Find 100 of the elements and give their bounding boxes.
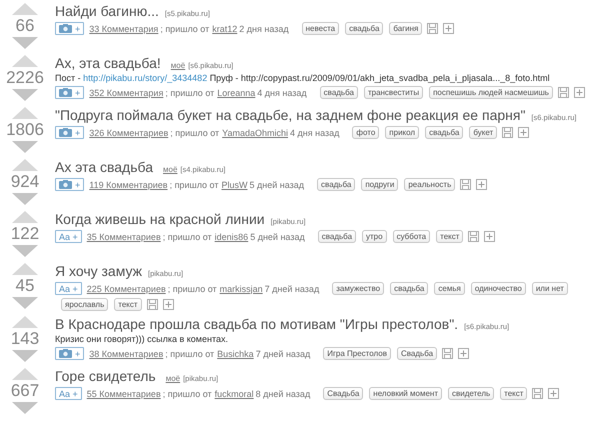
downvote-icon[interactable] — [11, 36, 39, 50]
tag-button[interactable]: поспешишь людей насмешишь — [429, 86, 553, 99]
downvote-icon[interactable] — [11, 244, 39, 258]
post-title[interactable]: Горе свидетель — [55, 368, 156, 384]
comments-link[interactable]: 225 Комментариев — [86, 284, 166, 294]
add-icon[interactable] — [476, 179, 488, 190]
tag-button[interactable]: ярославль — [61, 298, 108, 311]
downvote-icon[interactable] — [11, 401, 39, 415]
mine-link[interactable]: моё — [163, 165, 178, 174]
text-post-badge[interactable]: Aa + — [55, 282, 82, 295]
author-link[interactable]: Loreanna — [217, 88, 256, 98]
tag-button[interactable]: прикол — [385, 126, 420, 139]
tag-button[interactable]: трансвеститы — [364, 86, 424, 99]
author-link[interactable]: YamadaOhmichi — [222, 128, 288, 138]
tag-button[interactable]: свадьба — [317, 178, 356, 191]
comments-link[interactable]: 326 Комментариев — [89, 128, 168, 138]
author-link[interactable]: Busichka — [217, 348, 254, 358]
author-link[interactable]: idenis86 — [214, 232, 248, 242]
downvote-icon[interactable] — [11, 140, 39, 154]
tag-button[interactable]: неловкий момент — [369, 387, 442, 400]
tag-button[interactable]: невеста — [302, 22, 340, 35]
add-icon[interactable] — [574, 87, 585, 98]
add-icon[interactable] — [443, 23, 454, 34]
photo-post-badge[interactable]: + — [55, 22, 84, 35]
save-icon[interactable] — [460, 179, 472, 190]
tag-button[interactable]: текст — [500, 387, 528, 400]
photo-post-badge[interactable]: + — [55, 347, 84, 360]
tag-button[interactable]: свадьба — [425, 126, 464, 139]
save-icon[interactable] — [558, 87, 569, 98]
tag-button[interactable]: багиня — [389, 22, 422, 35]
mine-link[interactable]: моё — [166, 374, 180, 383]
add-icon[interactable] — [518, 127, 530, 138]
comments-link[interactable]: 35 Комментариев — [86, 232, 161, 242]
text-post-badge[interactable]: Aa + — [55, 230, 82, 243]
post-title[interactable]: Ах эта свадьба — [55, 159, 154, 175]
tag-button[interactable]: утро — [362, 230, 387, 243]
tag-button[interactable]: текст — [114, 298, 142, 311]
tag-button[interactable]: или нет — [532, 282, 568, 295]
post-time: 5 дней назад — [250, 180, 304, 190]
save-icon[interactable] — [427, 23, 438, 34]
tag-button[interactable]: текст — [436, 230, 464, 243]
author-link[interactable]: PlusW — [221, 180, 248, 190]
post-title[interactable]: "Подруга поймала букет на свадьбе, на заднем фоне реакция ее парня" — [55, 107, 526, 123]
comments-link[interactable]: 38 Комментариев — [89, 348, 164, 358]
story-link[interactable]: http://pikabu.ru/story/_3434482 — [83, 73, 208, 83]
comments-link[interactable]: 352 Комментария — [89, 88, 164, 98]
author-link[interactable]: fuckmoral — [214, 388, 254, 398]
add-icon[interactable] — [484, 231, 496, 242]
tag-button[interactable]: одиночество — [470, 282, 526, 295]
downvote-icon[interactable] — [11, 349, 39, 363]
downvote-icon[interactable] — [11, 296, 39, 310]
photo-post-badge[interactable]: + — [55, 178, 84, 191]
upvote-icon[interactable] — [11, 2, 39, 16]
upvote-icon[interactable] — [11, 106, 39, 120]
upvote-icon[interactable] — [11, 262, 39, 276]
tag-button[interactable]: Свадьба — [323, 387, 364, 400]
comments-link[interactable]: 55 Комментариев — [86, 388, 161, 398]
mine-link[interactable]: моё — [170, 61, 186, 70]
text-post-badge[interactable]: Aa + — [55, 387, 82, 400]
add-icon[interactable] — [162, 299, 174, 310]
tag-button[interactable]: подруги — [361, 178, 398, 191]
tag-button[interactable]: свидетель — [448, 387, 494, 400]
author-link[interactable]: markissjan — [220, 284, 263, 294]
upvote-icon[interactable] — [11, 210, 39, 224]
downvote-icon[interactable] — [11, 88, 39, 102]
add-icon[interactable] — [458, 348, 470, 359]
tag-button[interactable]: свадьба — [318, 230, 356, 243]
tag-button[interactable]: суббота — [392, 230, 430, 243]
save-icon[interactable] — [502, 127, 514, 138]
comments-link[interactable]: 33 Комментария — [89, 24, 158, 34]
tag-button[interactable]: Свадьба — [396, 347, 438, 360]
upvote-icon[interactable] — [11, 158, 39, 172]
post-title[interactable]: В Краснодаре прошла свадьба по мотивам "Игры престолов". — [55, 316, 458, 332]
save-icon[interactable] — [532, 388, 544, 399]
upvote-icon[interactable] — [11, 315, 39, 329]
upvote-icon[interactable] — [11, 367, 39, 381]
tag-button[interactable]: Игра Престолов — [323, 347, 391, 360]
tag-button[interactable]: замужество — [332, 282, 384, 295]
post-title[interactable]: Я хочу замуж — [55, 263, 142, 279]
tag-button[interactable]: свадьба — [320, 86, 358, 99]
post-title[interactable]: Ах, эта свадьба! — [55, 55, 161, 71]
upvote-icon[interactable] — [11, 54, 39, 68]
add-icon[interactable] — [548, 388, 560, 399]
tag-button[interactable]: реальность — [404, 178, 456, 191]
save-icon[interactable] — [468, 231, 480, 242]
comments-link[interactable]: 119 Комментариев — [89, 180, 168, 190]
downvote-icon[interactable] — [11, 192, 39, 206]
tag-button[interactable]: свадьба — [345, 22, 384, 35]
save-icon[interactable] — [146, 299, 158, 310]
photo-post-badge[interactable]: + — [55, 126, 84, 139]
tag-button[interactable]: свадьба — [390, 282, 428, 295]
tag-button[interactable]: семья — [434, 282, 465, 295]
tag-button[interactable]: букет — [469, 126, 498, 139]
save-icon[interactable] — [442, 348, 454, 359]
post-title[interactable]: Когда живешь на красной линии — [55, 211, 265, 227]
via-label: ; пришло от — [165, 348, 214, 358]
photo-post-badge[interactable]: + — [55, 86, 84, 99]
post-title[interactable]: Найди багиню... — [55, 3, 159, 19]
author-link[interactable]: krat12 — [212, 24, 238, 34]
tag-button[interactable]: фото — [352, 126, 380, 139]
